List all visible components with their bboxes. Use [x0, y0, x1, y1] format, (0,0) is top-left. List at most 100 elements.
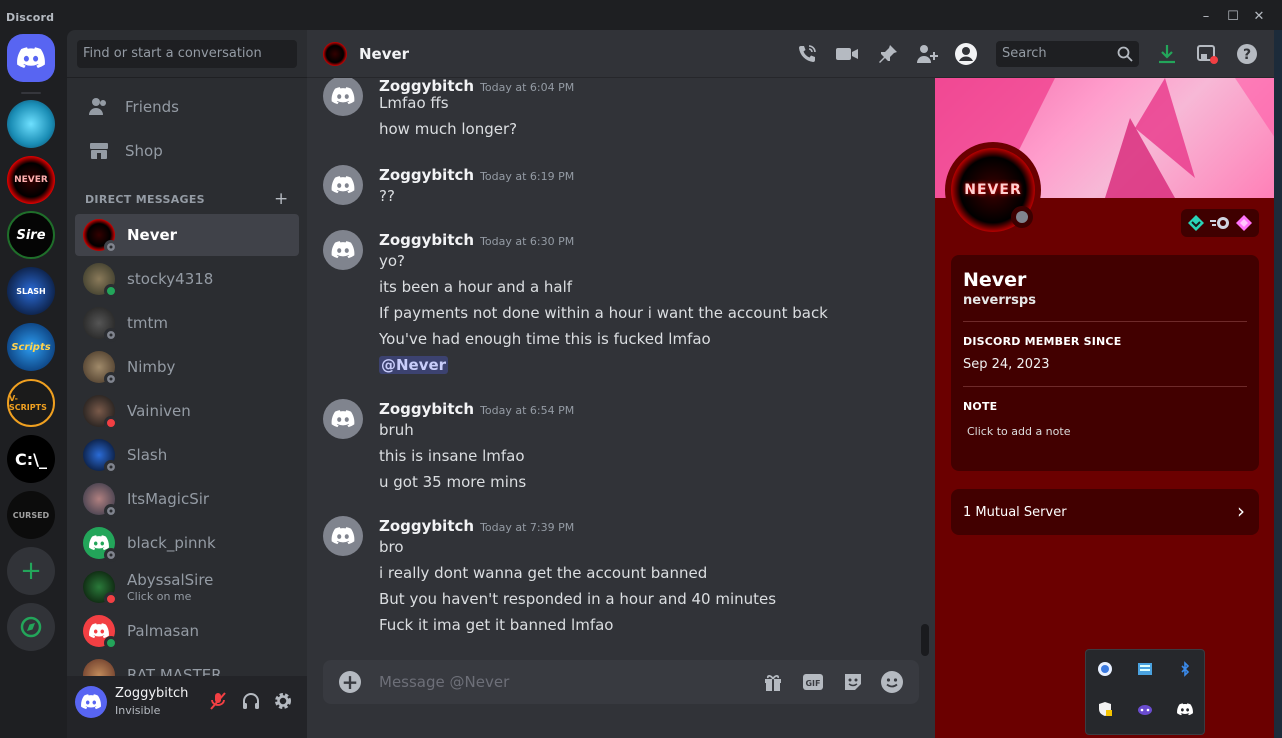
- message-author[interactable]: Zoggybitch: [379, 231, 474, 249]
- minimize-icon[interactable]: –: [1199, 10, 1213, 24]
- server-icon-cursed[interactable]: CURSED: [7, 491, 55, 539]
- help-button[interactable]: ?: [1235, 42, 1259, 66]
- tray-game-icon[interactable]: [1137, 701, 1153, 717]
- mute-microphone-button[interactable]: [207, 690, 229, 712]
- search-input[interactable]: Search: [996, 41, 1139, 67]
- dm-item[interactable]: stocky4318: [75, 258, 299, 300]
- svg-text:GIF: GIF: [805, 679, 820, 688]
- dm-item[interactable]: Nimby: [75, 346, 299, 388]
- gift-icon: [765, 674, 781, 691]
- tray-network-icon[interactable]: [1137, 661, 1153, 677]
- dm-item[interactable]: Never: [75, 214, 299, 256]
- message-avatar[interactable]: [323, 78, 363, 116]
- status-indicator: [104, 284, 118, 298]
- message-text: Lmfao ffs: [379, 94, 449, 112]
- dm-custom-status: Click on me: [127, 590, 192, 603]
- user-avatar[interactable]: [75, 686, 107, 718]
- dm-item[interactable]: AbyssalSire Click on me: [75, 566, 299, 608]
- user-profile-toggle[interactable]: [954, 42, 978, 66]
- message-input[interactable]: Message @Never: [379, 673, 509, 691]
- dm-avatar: [83, 351, 118, 386]
- server-icon-v-scripts[interactable]: V-SCRIPTS: [7, 379, 55, 427]
- create-dm-icon[interactable]: +: [274, 189, 288, 209]
- search-placeholder: Search: [1002, 46, 1047, 61]
- home-button[interactable]: [7, 34, 55, 82]
- message-avatar[interactable]: [323, 399, 363, 439]
- status-indicator: [104, 416, 118, 430]
- message-avatar[interactable]: [323, 230, 363, 270]
- dm-item[interactable]: tmtm: [75, 302, 299, 344]
- tray-discord-icon[interactable]: [1177, 701, 1193, 717]
- headphones-icon: [243, 693, 259, 709]
- dm-text: tmtm: [127, 314, 168, 332]
- note-input[interactable]: Click to add a note: [967, 425, 1070, 438]
- tray-app-icon[interactable]: [1097, 661, 1113, 677]
- divider: [963, 386, 1247, 387]
- server-icon-never[interactable]: NEVER: [7, 156, 55, 204]
- server-icon-scripts[interactable]: Scripts: [7, 323, 55, 371]
- server-icon-slash-service[interactable]: SLASH: [7, 267, 55, 315]
- dm-item[interactable]: ItsMagicSir: [75, 478, 299, 520]
- nav-shop[interactable]: Shop: [75, 131, 299, 171]
- user-mention[interactable]: @Never: [379, 356, 449, 374]
- message-author[interactable]: Zoggybitch: [379, 166, 474, 184]
- message-avatar[interactable]: [323, 165, 363, 205]
- message-author[interactable]: Zoggybitch: [379, 78, 474, 95]
- shop-icon: [87, 139, 111, 163]
- deafen-button[interactable]: [240, 690, 262, 712]
- dm-name: Slash: [127, 446, 168, 464]
- dm-avatar: [323, 42, 347, 66]
- add-friends-to-dm-button[interactable]: [915, 42, 939, 66]
- bluetooth-icon[interactable]: [1177, 661, 1193, 677]
- message-text: bruh: [379, 421, 414, 439]
- sticker-button[interactable]: [841, 670, 865, 694]
- plus-icon: +: [20, 556, 42, 586]
- emoji-button[interactable]: [880, 670, 904, 694]
- chat-scrollbar[interactable]: [921, 624, 929, 656]
- server-icon-blue-ghost[interactable]: [7, 100, 55, 148]
- hypesquad-badge-icon[interactable]: [1187, 214, 1205, 232]
- message-composer[interactable]: + Message @Never GIF: [323, 660, 919, 704]
- inbox-button[interactable]: [1195, 42, 1219, 66]
- server-label: Sire: [16, 227, 46, 243]
- explore-servers-button[interactable]: [7, 603, 55, 651]
- upload-plus-icon[interactable]: +: [339, 671, 361, 693]
- boost-badge-icon[interactable]: [1235, 214, 1253, 232]
- message-avatar[interactable]: [323, 516, 363, 556]
- message-author[interactable]: Zoggybitch: [379, 400, 474, 418]
- pinned-messages-button[interactable]: [876, 42, 900, 66]
- pin-icon: [879, 45, 897, 63]
- server-icon-cmd[interactable]: C:\_: [7, 435, 55, 483]
- dm-name: AbyssalSire: [127, 571, 214, 589]
- close-icon[interactable]: ✕: [1252, 10, 1266, 24]
- video-call-button[interactable]: [835, 42, 859, 66]
- user-settings-button[interactable]: [272, 690, 294, 712]
- download-button[interactable]: [1155, 42, 1179, 66]
- divider: [67, 77, 307, 78]
- title-bar: Discord – ☐ ✕: [0, 0, 1282, 30]
- add-server-button[interactable]: +: [7, 547, 55, 595]
- dm-name: ItsMagicSir: [127, 490, 210, 508]
- nav-label: Friends: [125, 98, 179, 116]
- friends-icon: [87, 95, 111, 119]
- dm-item[interactable]: Vainiven: [75, 390, 299, 432]
- security-shield-icon[interactable]: [1097, 701, 1113, 717]
- gift-button[interactable]: [761, 670, 785, 694]
- gif-button[interactable]: GIF: [801, 670, 825, 694]
- desktop-edge: [1274, 30, 1282, 738]
- inbox-icon: [1197, 45, 1218, 64]
- maximize-icon[interactable]: ☐: [1226, 10, 1240, 24]
- nav-friends[interactable]: Friends: [75, 87, 299, 127]
- server-icon-sire[interactable]: Sire: [7, 211, 55, 259]
- nitro-badge-icon[interactable]: [1209, 214, 1231, 232]
- gear-icon: [275, 693, 291, 709]
- voice-call-button[interactable]: [795, 42, 819, 66]
- profile-icon: [955, 43, 977, 65]
- dm-item[interactable]: Slash: [75, 434, 299, 476]
- dm-item[interactable]: Palmasan: [75, 610, 299, 652]
- find-conversation-button[interactable]: Find or start a conversation: [77, 40, 297, 68]
- note-label: NOTE: [963, 400, 998, 413]
- message-author[interactable]: Zoggybitch: [379, 517, 474, 535]
- dm-item[interactable]: black_pinnk: [75, 522, 299, 564]
- mutual-servers-button[interactable]: 1 Mutual Server ›: [951, 489, 1259, 535]
